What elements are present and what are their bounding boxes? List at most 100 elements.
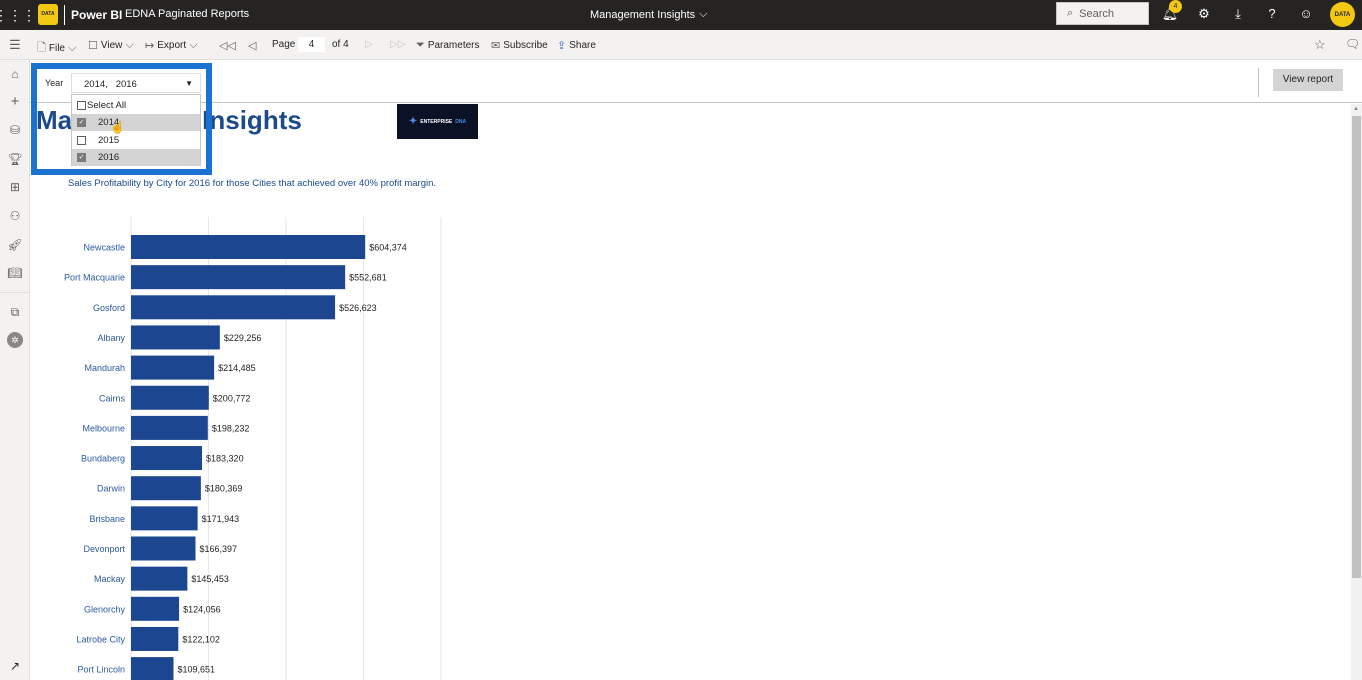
avatar-text: DATA (1334, 11, 1351, 18)
comment-icon[interactable]: 🗨︎ (1345, 37, 1360, 51)
view-menu[interactable]: ☐ View ⌵ (88, 39, 134, 52)
year-selected-value: 2014, 2016 (84, 79, 137, 90)
report-title-menu[interactable]: Management Insights ⌵ (590, 8, 708, 21)
option-2015[interactable]: 2015 (72, 132, 200, 149)
previous-page-button[interactable]: ◁ (248, 39, 256, 52)
data-label: $200,772 (213, 393, 251, 403)
notification-badge: 4 (1169, 0, 1182, 13)
vertical-scrollbar[interactable]: ▲ (1351, 104, 1362, 680)
first-page-button[interactable]: ◁◁ (219, 39, 236, 52)
checkbox[interactable] (77, 101, 86, 110)
data-label: $229,256 (224, 333, 262, 343)
checkbox-checked[interactable]: ✓ (77, 118, 86, 127)
parameters-button[interactable]: ⏷ Parameters (416, 39, 480, 52)
category-label: Port Lincoln (77, 665, 125, 675)
category-label: Bundaberg (81, 454, 125, 464)
deployment-rocket-icon[interactable]: 🚀︎ (7, 237, 23, 253)
learn-book-icon[interactable]: 📖︎ (7, 265, 23, 281)
view-report-button[interactable]: View report (1273, 69, 1343, 91)
share-label: Share (569, 40, 596, 51)
chart-subtitle: Sales Profitability by City for 2016 for… (68, 178, 437, 189)
year-parameter-dropdown[interactable]: 2014, 2016 ▼ (71, 73, 201, 93)
option-label: 2015 (98, 135, 120, 146)
workspaces-icon[interactable]: ⧉ (7, 304, 23, 320)
option-2016[interactable]: ✓ 2016 (72, 149, 200, 166)
create-plus-icon[interactable]: + (7, 94, 23, 110)
caret-down-icon: ▼ (185, 79, 193, 88)
datasets-icon[interactable]: ⛁ (7, 122, 23, 138)
file-menu[interactable]: 🗋︎ File ⌵ (37, 39, 76, 58)
org-logo: DATA (38, 4, 58, 25)
option-label: 2016 (98, 152, 120, 163)
data-label: $552,681 (349, 273, 387, 283)
page-label: Page (272, 39, 296, 50)
left-navigation: ⌂ + ⛁ 🏆︎ ⊞ ⚇ 🚀︎ 📖︎ ⧉ ✲ ↗ (0, 60, 30, 680)
export-menu[interactable]: ↦ Export ⌵ (145, 39, 197, 52)
next-page-button[interactable]: ▷ (365, 39, 373, 50)
favorite-star-icon[interactable]: ☆ (1314, 37, 1326, 53)
year-options-list: Select All ✓ 2014 2015 ✓ 2016 (71, 94, 201, 166)
logo-text: ENTERPRISE (420, 118, 453, 125)
people-icon[interactable]: ⚇ (7, 208, 23, 224)
bar (131, 355, 215, 380)
year-parameter-label: Year (45, 78, 64, 88)
last-page-icon: ▷▷ (390, 39, 406, 50)
bar (131, 415, 208, 440)
page-number-input[interactable]: 4 (298, 37, 325, 52)
page-count: of 4 (332, 39, 349, 50)
expand-arrow-icon[interactable]: ↗ (7, 658, 23, 674)
home-icon[interactable]: ⌂ (7, 66, 23, 82)
data-label: $180,369 (205, 484, 243, 494)
bar (131, 506, 198, 531)
bar (131, 536, 196, 561)
bar (131, 657, 174, 680)
gear-icon[interactable]: ⚙ (1195, 6, 1213, 22)
avatar[interactable]: DATA (1330, 2, 1355, 27)
category-label: Latrobe City (76, 634, 125, 644)
data-label: $124,056 (183, 604, 221, 614)
last-page-button[interactable]: ▷▷ (390, 39, 405, 50)
workspace-link[interactable]: EDNA Paginated Reports (125, 8, 249, 20)
option-select-all[interactable]: Select All (72, 97, 200, 114)
category-label: Mandurah (84, 363, 125, 373)
feedback-smiley-icon[interactable]: ☺ (1297, 6, 1315, 21)
share-button[interactable]: ⇪ Share (557, 39, 596, 52)
data-label: $122,102 (182, 634, 220, 644)
help-icon[interactable]: ? (1263, 6, 1281, 21)
top-bar: ⋮⋮⋮ DATA Power BI EDNA Paginated Reports… (0, 0, 1362, 30)
category-label: Newcastle (83, 243, 125, 253)
app-name[interactable]: Power BI (71, 8, 122, 22)
option-2014[interactable]: ✓ 2014 (72, 114, 200, 131)
scrollbar-thumb[interactable] (1352, 116, 1361, 578)
nav-divider (0, 292, 30, 293)
search-placeholder: Search (1079, 7, 1115, 20)
parameter-pane (30, 60, 1362, 103)
report-title-label: Management Insights (590, 8, 696, 21)
checkbox[interactable] (77, 136, 86, 145)
hamburger-menu-icon[interactable]: ☰ (9, 37, 21, 53)
previous-page-icon: ◁ (248, 40, 257, 52)
scroll-up-icon[interactable]: ▲ (1353, 106, 1359, 112)
category-label: Gosford (93, 303, 125, 313)
apps-icon[interactable]: ⊞ (7, 179, 23, 195)
workspace-avatar-icon[interactable]: ✲ (7, 332, 23, 348)
bar (131, 476, 201, 501)
category-label: Melbourne (82, 423, 125, 433)
category-label: Albany (97, 333, 125, 343)
download-icon[interactable]: ⤓ (1229, 6, 1247, 22)
app-launcher-icon[interactable]: ⋮⋮⋮ (0, 0, 36, 30)
bar (131, 626, 179, 651)
chevron-down-icon: ⌵ (699, 8, 708, 20)
data-label: $604,374 (369, 243, 407, 253)
goals-trophy-icon[interactable]: 🏆︎ (7, 151, 23, 167)
file-label: File (48, 43, 65, 54)
category-label: Cairns (99, 393, 126, 403)
subscribe-button[interactable]: ✉ Subscribe (491, 39, 548, 52)
data-label: $166,397 (199, 544, 237, 554)
chevron-down-icon: ⌵ (67, 42, 77, 54)
category-label: Brisbane (89, 514, 125, 524)
bar (131, 446, 203, 471)
bar (131, 235, 366, 259)
checkbox-checked[interactable]: ✓ (77, 153, 86, 162)
search-input[interactable]: ⌕ Search (1056, 2, 1149, 25)
